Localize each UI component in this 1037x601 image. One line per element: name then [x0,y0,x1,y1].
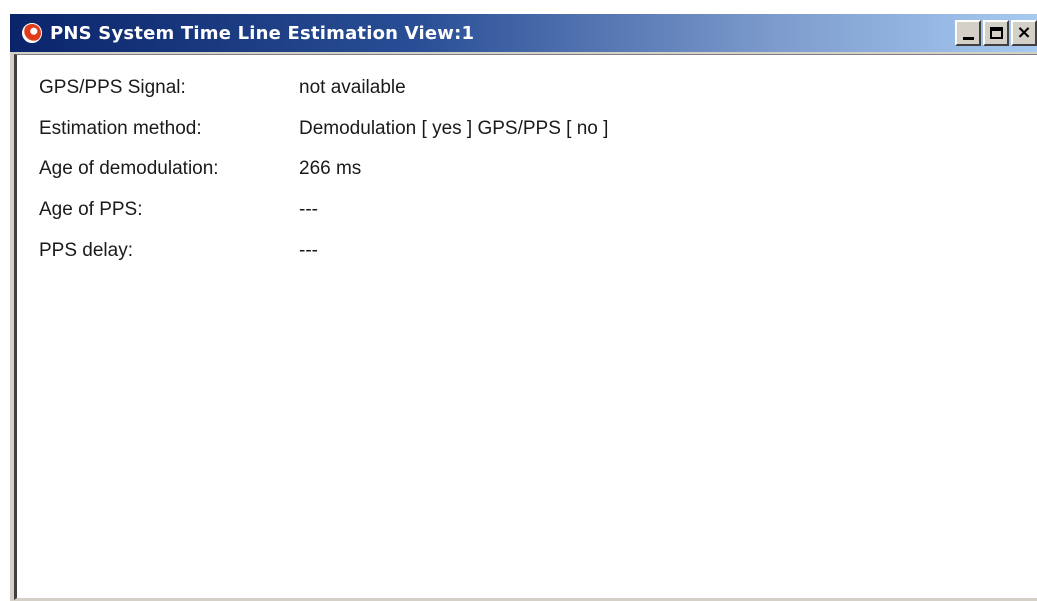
field-value: --- [299,240,318,261]
minimize-button[interactable] [955,20,981,46]
close-icon: × [1016,22,1032,43]
close-button[interactable]: × [1011,20,1037,46]
field-row-estimation-method: Estimation method: Demodulation [ yes ] … [39,114,608,144]
title-bar[interactable]: PNS System Time Line Estimation View:1 × [10,14,1037,52]
field-row-age-of-demodulation: Age of demodulation: 266 ms [39,154,361,184]
field-row-pps-delay: PPS delay: --- [39,236,318,266]
field-value: 266 ms [299,158,362,179]
field-value: Demodulation [ yes ] GPS/PPS [ no ] [299,118,609,139]
maximize-button[interactable] [983,20,1009,46]
field-label: GPS/PPS Signal: [39,77,186,98]
field-row-age-of-pps: Age of PPS: --- [39,195,318,225]
field-value: not available [299,77,406,98]
maximize-icon [989,27,1003,39]
field-row-gps-pps-signal: GPS/PPS Signal: not available [39,73,406,103]
pns-app-icon[interactable] [22,23,42,43]
field-label: PPS delay: [39,240,133,261]
field-label: Age of PPS: [39,199,143,220]
field-value: --- [299,199,318,220]
field-label: Estimation method: [39,118,202,139]
minimize-icon [962,36,974,40]
field-label: Age of demodulation: [39,158,219,179]
info-panel: GPS/PPS Signal: not available Estimation… [14,54,1037,600]
window-title: PNS System Time Line Estimation View:1 [50,22,475,44]
estimation-view-window: PNS System Time Line Estimation View:1 ×… [8,12,1037,601]
window-controls: × [955,20,1037,46]
